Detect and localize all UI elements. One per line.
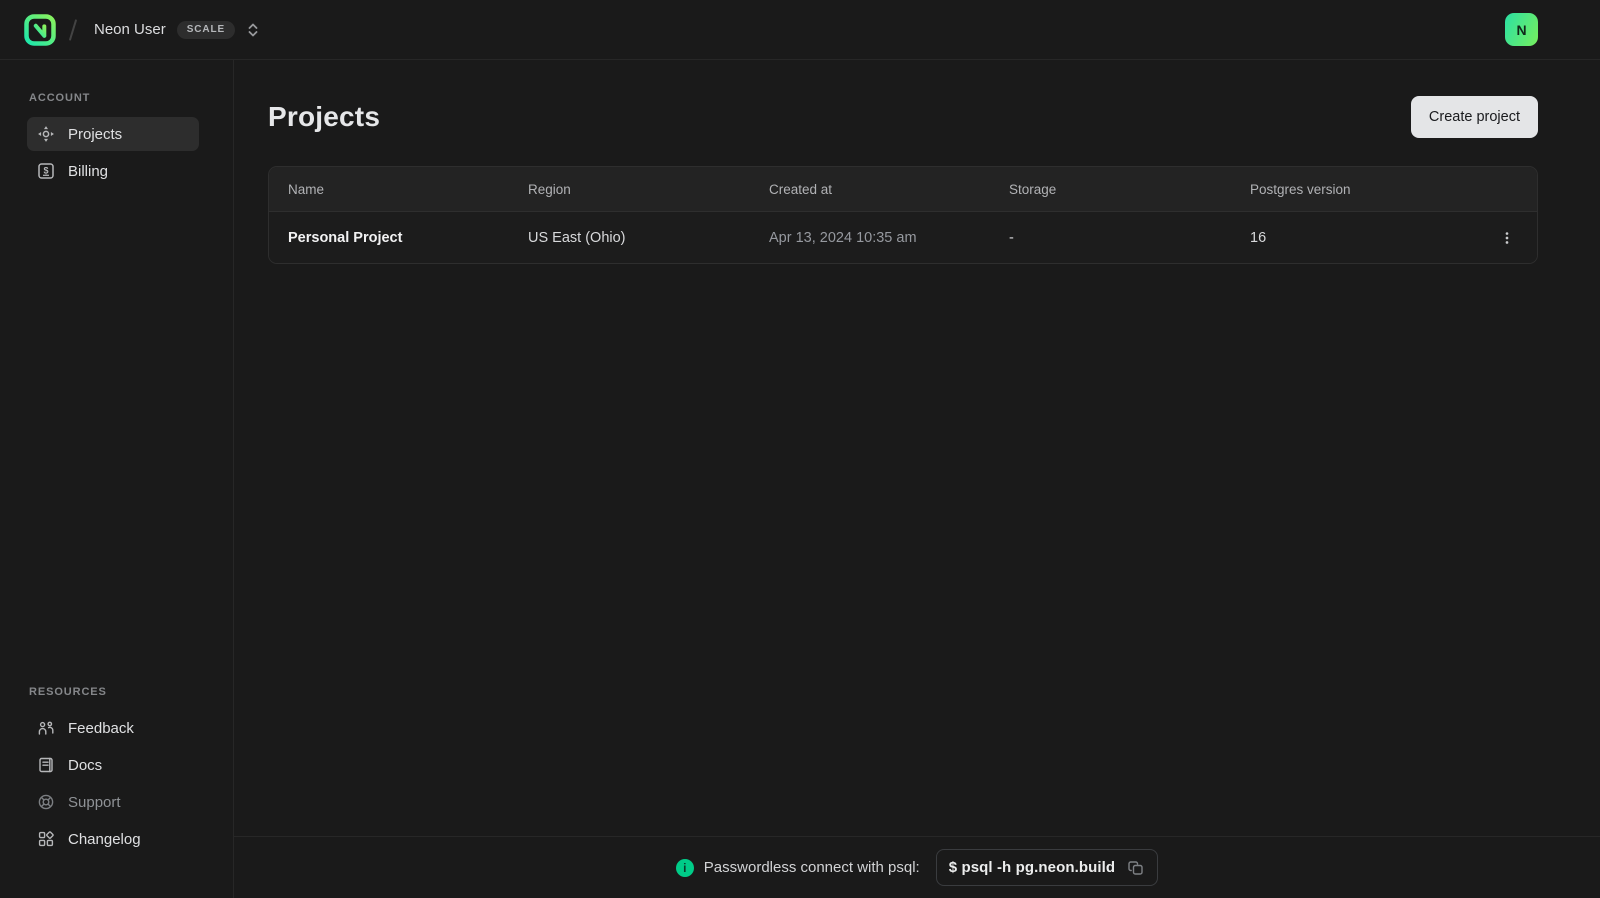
sidebar-item-feedback[interactable]: Feedback: [27, 711, 199, 745]
column-header-storage: Storage: [1009, 181, 1057, 197]
sidebar-item-label: Projects: [68, 125, 123, 143]
app-shell: ACCOUNT Projects $ Billing RESOURCES Fee…: [0, 60, 1600, 898]
project-created-at-cell: Apr 13, 2024 10:35 am: [769, 229, 917, 246]
copy-command-button[interactable]: [1127, 859, 1145, 877]
create-project-button[interactable]: Create project: [1410, 96, 1538, 138]
psql-command-text: $ psql -h pg.neon.build: [948, 859, 1116, 876]
support-icon: [37, 793, 55, 811]
sidebar-item-label: Docs: [68, 756, 103, 774]
sidebar-item-label: Billing: [68, 162, 109, 180]
sidebar: ACCOUNT Projects $ Billing RESOURCES Fee…: [0, 60, 234, 898]
psql-connect-label: Passwordless connect with psql:: [703, 859, 920, 876]
main-content: Projects Create project Name Region Crea…: [234, 60, 1600, 836]
project-name-cell[interactable]: Personal Project: [288, 230, 528, 246]
row-actions-button[interactable]: [1493, 224, 1521, 252]
main-area: Projects Create project Name Region Crea…: [234, 60, 1600, 898]
projects-icon: [37, 125, 55, 143]
changelog-icon: [37, 830, 55, 848]
sidebar-item-label: Support: [68, 793, 121, 811]
docs-icon: [37, 756, 55, 774]
table-header-row: Name Region Created at Storage Postgres …: [269, 167, 1537, 211]
sidebar-item-support[interactable]: Support: [27, 785, 199, 819]
info-icon: i: [675, 858, 694, 877]
psql-footer-bar: i Passwordless connect with psql: $ psql…: [234, 836, 1600, 898]
project-storage-cell: -: [1009, 229, 1014, 246]
column-header-created-at: Created at: [769, 181, 833, 197]
sidebar-section-resources: RESOURCES: [29, 686, 107, 698]
sidebar-section-account: ACCOUNT: [29, 92, 91, 104]
billing-icon: $: [37, 162, 55, 180]
chevron-updown-icon[interactable]: [246, 21, 260, 39]
table-row[interactable]: Personal Project US East (Ohio) Apr 13, …: [269, 211, 1537, 263]
sidebar-item-changelog[interactable]: Changelog: [27, 822, 199, 856]
sidebar-item-docs[interactable]: Docs: [27, 748, 199, 782]
projects-table: Name Region Created at Storage Postgres …: [268, 166, 1538, 264]
user-avatar[interactable]: N: [1505, 13, 1538, 46]
feedback-icon: [37, 719, 55, 737]
kebab-menu-icon: [1499, 230, 1515, 246]
breadcrumb-user-name[interactable]: Neon User: [94, 21, 166, 38]
column-header-postgres-version: Postgres version: [1250, 181, 1351, 197]
sidebar-item-billing[interactable]: $ Billing: [27, 154, 199, 188]
project-postgres-version-cell: 16: [1250, 229, 1267, 246]
copy-icon: [1127, 859, 1145, 877]
neon-logo-icon[interactable]: [24, 13, 56, 46]
psql-command-box[interactable]: $ psql -h pg.neon.build: [935, 849, 1159, 886]
sidebar-item-projects[interactable]: Projects: [27, 117, 199, 151]
sidebar-resources-section: RESOURCES Feedback Docs Support Changelo…: [27, 686, 199, 856]
page-header: Projects Create project: [268, 96, 1538, 138]
top-bar: Neon User SCALE N: [0, 0, 1600, 60]
column-header-region: Region: [528, 181, 571, 197]
sidebar-item-label: Feedback: [68, 719, 134, 737]
column-header-name: Name: [288, 181, 325, 197]
breadcrumb-slash: [68, 18, 78, 41]
page-title: Projects: [268, 101, 381, 132]
project-region-cell: US East (Ohio): [528, 229, 626, 246]
svg-text:$: $: [43, 165, 48, 175]
plan-badge: SCALE: [176, 20, 236, 39]
sidebar-item-label: Changelog: [68, 830, 141, 848]
